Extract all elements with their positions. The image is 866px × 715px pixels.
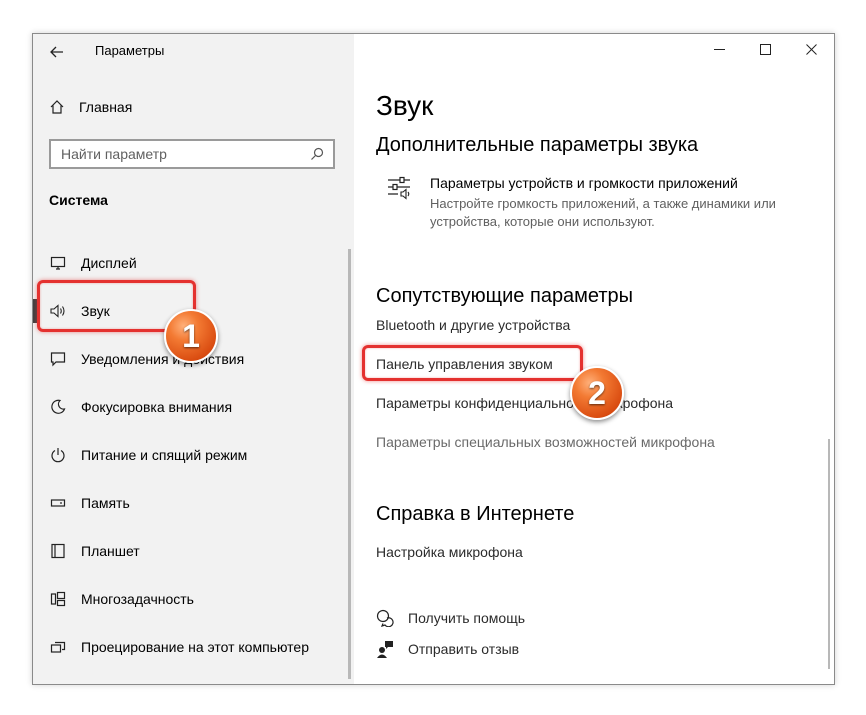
main-content: Звук Дополнительные параметры звука Пара… <box>354 34 834 684</box>
back-button[interactable] <box>45 40 69 64</box>
notification-icon <box>49 350 67 368</box>
tablet-icon <box>49 542 67 560</box>
speaker-icon <box>49 302 67 320</box>
home-nav-item[interactable]: Главная <box>49 96 132 118</box>
power-icon <box>49 446 67 464</box>
main-scrollbar[interactable] <box>828 439 830 669</box>
chat-help-icon <box>376 609 394 627</box>
sidebar-item-label: Звук <box>81 303 110 319</box>
monitor-icon <box>49 254 67 272</box>
storage-icon <box>49 494 67 512</box>
sidebar-item-label: Проецирование на этот компьютер <box>81 639 309 655</box>
search-box <box>49 139 335 169</box>
sidebar-item-display[interactable]: Дисплей <box>33 239 354 287</box>
sound-control-panel-link[interactable]: Панель управления звуком <box>376 356 553 372</box>
page-title: Звук <box>376 90 434 121</box>
bluetooth-link[interactable]: Bluetooth и другие устройства <box>376 317 570 333</box>
sidebar-item-label: Фокусировка внимания <box>81 399 233 415</box>
get-help-link[interactable]: Получить помощь <box>376 609 525 627</box>
minimize-button[interactable] <box>696 34 742 64</box>
back-arrow-icon <box>50 46 63 58</box>
sidebar-item-label: Уведомления и действия <box>81 351 245 367</box>
sidebar-item-tablet[interactable]: Планшет <box>33 527 354 575</box>
microphone-privacy-link[interactable]: Параметры конфиденциальности микрофона <box>376 395 673 411</box>
device-preferences-description-line1: Настройте громкость приложений, а также … <box>430 196 776 211</box>
sidebar-item-multitasking[interactable]: Многозадачность <box>33 575 354 623</box>
sidebar-item-storage[interactable]: Память <box>33 479 354 527</box>
settings-window: Параметры Главная Система Дисплей <box>32 33 835 685</box>
step-marker-2: 2 <box>570 366 624 420</box>
sliders-icon <box>386 175 414 203</box>
get-help-label: Получить помощь <box>408 610 526 626</box>
sidebar-item-label: Питание и спящий режим <box>81 447 248 463</box>
sidebar-item-focus-assist[interactable]: Фокусировка внимания <box>33 383 354 431</box>
device-preferences-title: Параметры устройств и громкости приложен… <box>430 175 738 191</box>
close-icon <box>805 43 817 55</box>
section-label: Система <box>49 192 108 208</box>
search-icon[interactable] <box>305 142 329 166</box>
minimize-icon <box>713 48 725 50</box>
advanced-heading: Дополнительные параметры звука <box>376 134 699 156</box>
projection-icon <box>49 638 67 656</box>
maximize-button[interactable] <box>742 34 788 64</box>
maximize-icon <box>759 43 771 55</box>
app-title: Параметры <box>95 43 165 58</box>
close-button[interactable] <box>788 34 834 64</box>
search-input[interactable] <box>51 145 305 163</box>
sidebar-nav: Дисплей Звук Уведомления и действия Фоку… <box>33 239 354 671</box>
home-icon <box>50 100 64 114</box>
sidebar-item-label: Многозадачность <box>81 591 194 607</box>
sidebar-item-label: Планшет <box>81 543 140 559</box>
moon-icon <box>49 398 67 416</box>
app-volume-device-preferences[interactable]: Параметры устройств и громкости приложен… <box>386 175 806 231</box>
online-help-heading: Справка в Интернете <box>376 503 575 525</box>
sidebar-item-label: Дисплей <box>81 255 137 271</box>
home-label: Главная <box>79 99 133 115</box>
sidebar-item-label: Память <box>81 495 130 511</box>
send-feedback-label: Отправить отзыв <box>408 641 520 657</box>
microphone-setup-link[interactable]: Настройка микрофона <box>376 544 523 560</box>
sidebar-scrollbar[interactable] <box>348 249 351 679</box>
device-preferences-description-line2: устройства, которые они используют. <box>430 214 655 229</box>
related-settings-heading: Сопутствующие параметры <box>376 285 634 307</box>
multitasking-icon <box>49 590 67 608</box>
sidebar-item-power[interactable]: Питание и спящий режим <box>33 431 354 479</box>
microphone-accessibility-link[interactable]: Параметры специальных возможностей микро… <box>376 434 715 450</box>
sidebar-item-projection[interactable]: Проецирование на этот компьютер <box>33 623 354 671</box>
step-marker-1: 1 <box>164 309 218 363</box>
send-feedback-link[interactable]: Отправить отзыв <box>376 640 519 658</box>
feedback-person-icon <box>377 641 393 658</box>
